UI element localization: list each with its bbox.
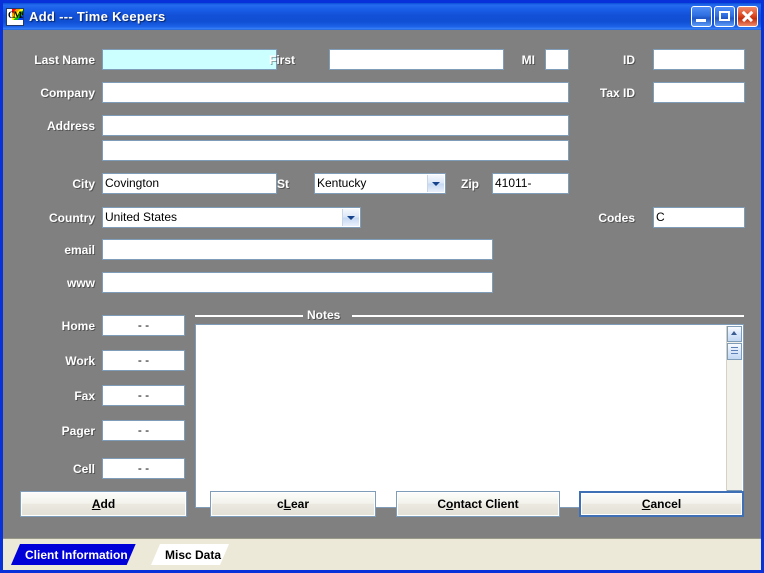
add-button-accel: A [91, 497, 101, 511]
add-button[interactable]: Add [20, 491, 187, 517]
mi-label: MI [521, 53, 535, 67]
tax-id-input[interactable] [653, 82, 745, 103]
www-label: www [66, 276, 95, 290]
work-phone-label: Work [65, 354, 95, 368]
email-label: email [64, 243, 95, 257]
home-phone-input[interactable]: - - [102, 315, 185, 336]
country-select[interactable]: United States [102, 207, 361, 228]
home-phone-label: Home [61, 319, 95, 333]
cell-label: Cell [72, 462, 95, 476]
window-title: Add --- Time Keepers [29, 9, 166, 24]
company-input[interactable] [102, 82, 569, 103]
last-name-label: Last Name [34, 53, 95, 67]
cancel-button[interactable]: Cancel [579, 491, 744, 517]
state-select-value: Kentucky [317, 176, 367, 190]
notes-scrollbar[interactable] [726, 326, 742, 506]
address-line1-input[interactable] [102, 115, 569, 136]
codes-input[interactable]: C [653, 207, 745, 228]
state-select[interactable]: Kentucky [314, 173, 446, 194]
pager-label: Pager [61, 424, 95, 438]
notes-textarea[interactable] [195, 324, 744, 508]
country-select-value: United States [105, 210, 178, 224]
minimize-button[interactable] [691, 6, 712, 27]
city-label: City [72, 177, 95, 191]
country-label: Country [49, 211, 95, 225]
zip-input[interactable]: 41011- [492, 173, 569, 194]
groupbox-rule-right [352, 315, 744, 317]
tab-client-information-label: Client Information [25, 547, 128, 562]
clear-button[interactable]: cLear [210, 491, 376, 517]
groupbox-rule-left [195, 315, 303, 317]
codes-label: Codes [598, 211, 635, 225]
first-name-label: First [268, 53, 295, 67]
contact-client-button-label: Contact Client [437, 497, 519, 511]
chevron-down-icon[interactable] [342, 209, 359, 226]
fax-input[interactable]: - - [102, 385, 185, 406]
work-phone-input[interactable]: - - [102, 350, 185, 371]
maximize-button[interactable] [714, 6, 735, 27]
contact-client-button-accel: o [445, 497, 454, 511]
address-label: Address [46, 119, 95, 133]
application-window: CMS Add --- Time Keepers Last Name First… [0, 0, 764, 573]
chevron-down-icon[interactable] [427, 175, 444, 192]
id-input[interactable] [653, 49, 745, 70]
id-label: ID [623, 53, 635, 67]
pager-input[interactable]: - - [102, 420, 185, 441]
www-input[interactable] [102, 272, 493, 293]
tab-client-information[interactable]: Client Information [11, 544, 136, 565]
notes-caption: Notes [307, 308, 341, 322]
email-input[interactable] [102, 239, 493, 260]
cell-input[interactable]: - - [102, 458, 185, 479]
cancel-button-label: Cancel [641, 497, 682, 511]
tab-misc-data[interactable]: Misc Data [151, 544, 229, 565]
mi-input[interactable] [545, 49, 569, 70]
zip-label: Zip [461, 177, 479, 191]
close-button[interactable] [737, 6, 758, 27]
add-button-label: Add [91, 497, 116, 511]
clear-button-label: cLear [276, 497, 310, 511]
tab-strip: Client Information Misc Data [3, 538, 761, 570]
window-controls [691, 6, 758, 27]
last-name-input[interactable] [102, 49, 277, 70]
form-panel: Last Name First MI ID Company Tax ID Add… [3, 30, 761, 570]
state-label: St [277, 177, 289, 191]
notes-groupbox: Notes [195, 306, 744, 508]
cancel-button-accel: C [641, 497, 651, 511]
fax-label: Fax [74, 389, 95, 403]
tab-misc-data-label: Misc Data [165, 547, 222, 562]
clear-button-accel: L [283, 497, 291, 511]
tax-id-label: Tax ID [599, 86, 635, 100]
contact-client-button[interactable]: Contact Client [396, 491, 560, 517]
scrollbar-thumb[interactable] [727, 343, 742, 360]
company-label: Company [40, 86, 95, 100]
city-input[interactable]: Covington [102, 173, 277, 194]
title-bar[interactable]: CMS Add --- Time Keepers [3, 3, 761, 30]
scroll-up-arrow-icon[interactable] [727, 326, 742, 342]
first-name-input[interactable] [329, 49, 504, 70]
address-line2-input[interactable] [102, 140, 569, 161]
cms-rainbow-icon: CMS [6, 7, 24, 26]
